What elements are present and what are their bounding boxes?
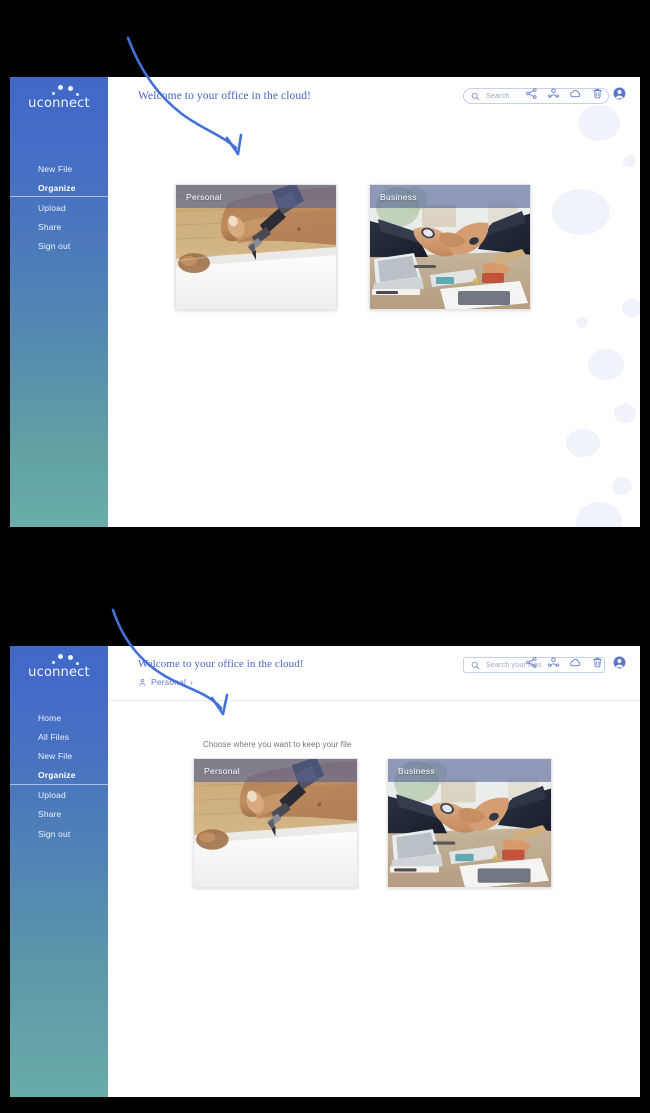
sidebar-nav: Home All Files New File Organize Upload … bbox=[10, 708, 108, 843]
header-divider bbox=[108, 700, 640, 701]
sidebar: uconnect New File Organize Upload Share … bbox=[10, 77, 108, 527]
sidebar: uconnect Home All Files New File Organiz… bbox=[10, 646, 108, 1097]
top-icon-bar bbox=[525, 656, 626, 669]
search-icon bbox=[471, 92, 480, 100]
main-content: Welcome to your office in the cloud! Sea… bbox=[108, 77, 640, 527]
sidebar-item-organize[interactable]: Organize bbox=[10, 178, 108, 198]
breadcrumb[interactable]: Personal › bbox=[138, 677, 193, 687]
top-bar: Welcome to your office in the cloud! Sea… bbox=[108, 77, 640, 125]
sidebar-item-home[interactable]: Home bbox=[10, 708, 108, 727]
card-label-business: Business bbox=[370, 185, 530, 208]
cloud-icon[interactable] bbox=[569, 87, 582, 100]
app-window-step-2: uconnect Home All Files New File Organiz… bbox=[10, 646, 640, 1097]
card-label-personal: Personal bbox=[194, 759, 357, 782]
brand-logo[interactable]: uconnect bbox=[10, 85, 108, 111]
cloud-icon[interactable] bbox=[569, 656, 582, 669]
breadcrumb-label-personal[interactable]: Personal bbox=[151, 677, 186, 687]
share-icon[interactable] bbox=[525, 656, 538, 669]
main-content: Welcome to your office in the cloud! Per… bbox=[108, 646, 640, 1097]
brand-name: uconnect bbox=[28, 96, 90, 111]
sidebar-item-share[interactable]: Share bbox=[10, 217, 108, 236]
sidebar-item-sign-out[interactable]: Sign out bbox=[10, 824, 108, 843]
card-business[interactable]: Business bbox=[369, 184, 531, 310]
top-bar: Welcome to your office in the cloud! Per… bbox=[108, 646, 640, 701]
top-icon-bar bbox=[525, 87, 626, 100]
chevron-right-icon: › bbox=[190, 677, 193, 687]
logo-dots-icon bbox=[10, 654, 108, 667]
user-avatar-icon[interactable] bbox=[613, 87, 626, 100]
sidebar-item-new-file[interactable]: New File bbox=[10, 746, 108, 765]
brand-name: uconnect bbox=[28, 665, 90, 680]
screenshot-stage: uconnect New File Organize Upload Share … bbox=[0, 0, 650, 1113]
logo-dots-icon bbox=[10, 85, 108, 98]
card-business[interactable]: Business bbox=[387, 758, 552, 888]
welcome-heading: Welcome to your office in the cloud! bbox=[138, 90, 311, 102]
search-icon bbox=[471, 661, 480, 669]
sidebar-item-all-files[interactable]: All Files bbox=[10, 727, 108, 746]
choose-destination-prompt: Choose where you want to keep your file bbox=[203, 740, 352, 749]
welcome-heading: Welcome to your office in the cloud! bbox=[138, 658, 304, 670]
decorative-bubbles bbox=[520, 77, 640, 527]
sidebar-item-upload[interactable]: Upload bbox=[10, 786, 108, 805]
sidebar-item-share[interactable]: Share bbox=[10, 805, 108, 824]
trash-icon[interactable] bbox=[591, 87, 604, 100]
contacts-group-icon[interactable] bbox=[547, 656, 560, 669]
person-outline-icon bbox=[139, 678, 146, 686]
card-label-business: Business bbox=[388, 759, 551, 782]
sidebar-item-upload[interactable]: Upload bbox=[10, 198, 108, 217]
sidebar-nav: New File Organize Upload Share Sign out bbox=[10, 159, 108, 256]
card-personal[interactable]: Personal bbox=[193, 758, 358, 888]
contacts-group-icon[interactable] bbox=[547, 87, 560, 100]
search-input[interactable]: Search bbox=[486, 93, 509, 100]
trash-icon[interactable] bbox=[591, 656, 604, 669]
card-personal[interactable]: Personal bbox=[175, 184, 337, 310]
card-label-personal: Personal bbox=[176, 185, 336, 208]
sidebar-item-new-file[interactable]: New File bbox=[10, 159, 108, 178]
sidebar-item-sign-out[interactable]: Sign out bbox=[10, 237, 108, 256]
sidebar-item-organize[interactable]: Organize bbox=[10, 766, 108, 785]
brand-logo[interactable]: uconnect bbox=[10, 654, 108, 680]
app-window-step-1: uconnect New File Organize Upload Share … bbox=[10, 77, 640, 527]
share-icon[interactable] bbox=[525, 87, 538, 100]
user-avatar-icon[interactable] bbox=[613, 656, 626, 669]
